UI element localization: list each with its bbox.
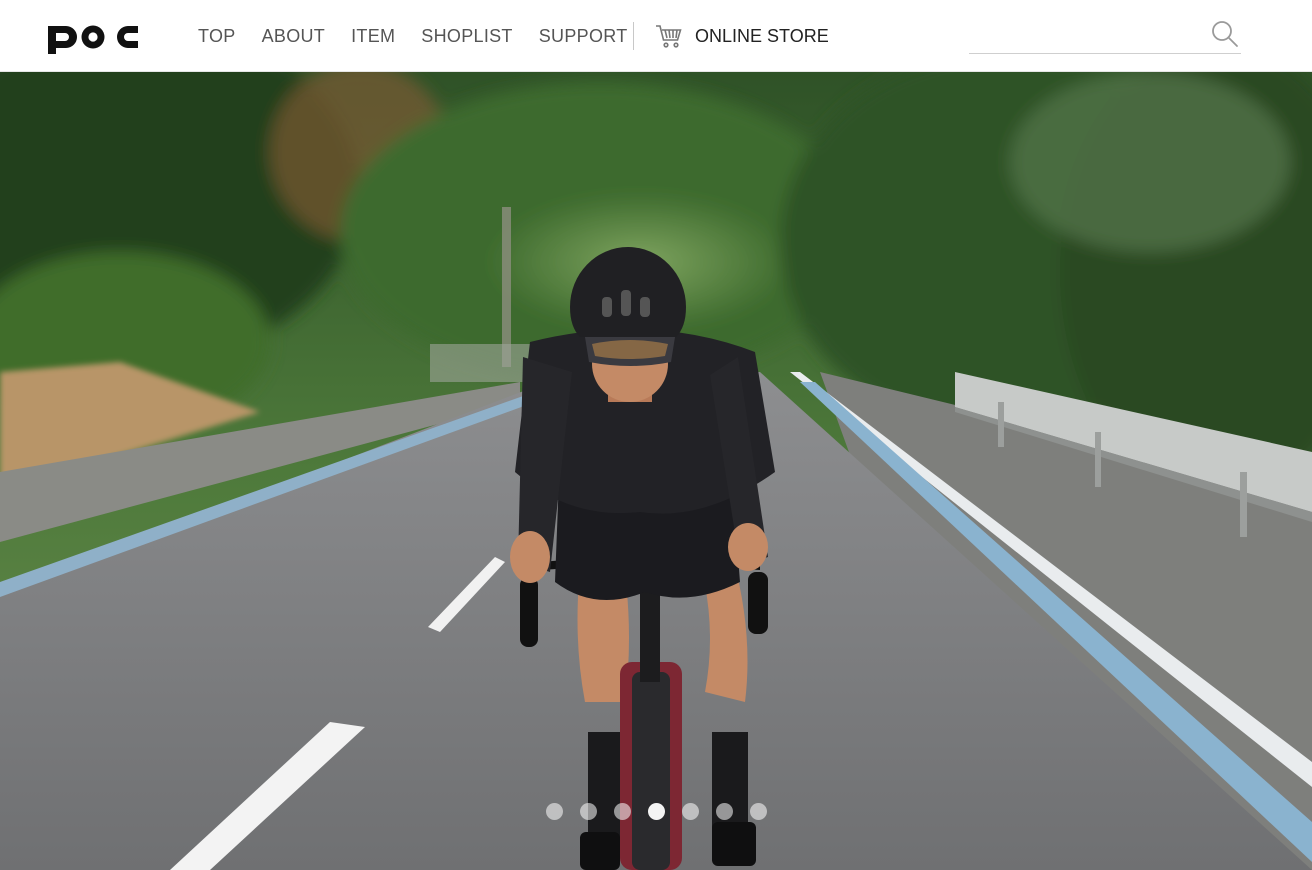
poc-logo[interactable] bbox=[46, 18, 140, 54]
search-icon[interactable] bbox=[1211, 20, 1239, 48]
carousel-dot[interactable] bbox=[545, 802, 563, 820]
nav-item-item[interactable]: ITEM bbox=[351, 26, 395, 47]
search-input[interactable] bbox=[969, 22, 1205, 50]
hero-carousel[interactable] bbox=[0, 72, 1312, 870]
carousel-dot[interactable] bbox=[749, 802, 767, 820]
carousel-dot[interactable] bbox=[613, 802, 631, 820]
carousel-dot[interactable] bbox=[715, 802, 733, 820]
carousel-dot-active[interactable] bbox=[647, 802, 665, 820]
online-store-label: ONLINE STORE bbox=[695, 25, 829, 46]
carousel-dot[interactable] bbox=[579, 802, 597, 820]
cart-icon bbox=[655, 23, 683, 49]
nav-item-top[interactable]: TOP bbox=[198, 26, 236, 47]
search-box bbox=[969, 16, 1241, 54]
nav-item-support[interactable]: SUPPORT bbox=[539, 26, 628, 47]
nav-item-shoplist[interactable]: SHOPLIST bbox=[421, 26, 512, 47]
nav-divider bbox=[633, 22, 634, 50]
hero-image-cyclist bbox=[0, 72, 1312, 870]
site-header: TOP ABOUT ITEM SHOPLIST SUPPORT ONLINE S… bbox=[0, 0, 1312, 72]
carousel-dot[interactable] bbox=[681, 802, 699, 820]
main-nav: TOP ABOUT ITEM SHOPLIST SUPPORT bbox=[198, 0, 654, 72]
nav-item-about[interactable]: ABOUT bbox=[262, 26, 326, 47]
carousel-pagination bbox=[0, 801, 1312, 821]
online-store-link[interactable]: ONLINE STORE bbox=[655, 22, 829, 50]
